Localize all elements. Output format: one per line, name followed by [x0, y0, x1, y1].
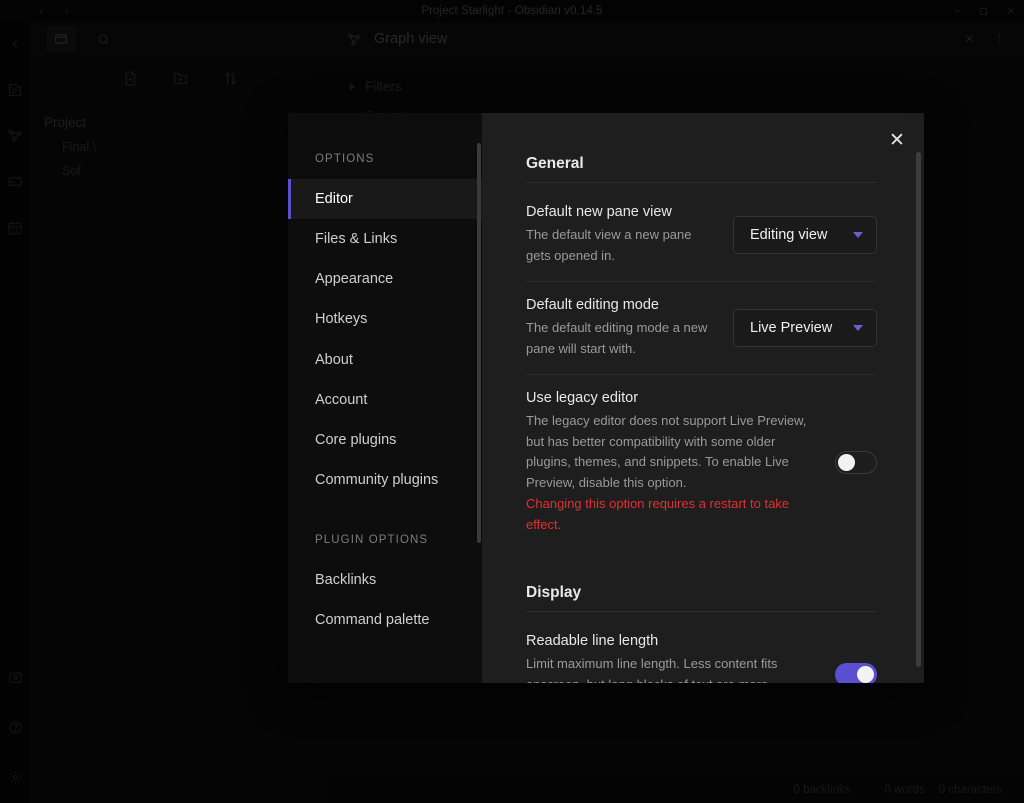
- toggle-knob: [838, 454, 855, 471]
- sidebar-item-community-plugins[interactable]: Community plugins: [288, 460, 482, 500]
- sidebar-item-core-plugins[interactable]: Core plugins: [288, 420, 482, 460]
- options-heading: OPTIONS: [288, 153, 482, 179]
- dropdown-value: Live Preview: [750, 320, 832, 336]
- setting-info: Readable line length Limit maximum line …: [526, 633, 815, 683]
- readable-line-length-toggle[interactable]: [835, 663, 877, 683]
- settings-sidebar-scrollbar[interactable]: [477, 143, 481, 543]
- settings-content-inner: General Default new pane view The defaul…: [482, 113, 924, 683]
- setting-name: Default editing mode: [526, 297, 713, 313]
- setting-info: Default editing mode The default editing…: [526, 297, 713, 359]
- sidebar-item-label: Core plugins: [315, 432, 396, 448]
- toggle-knob: [857, 666, 874, 683]
- setting-description: Limit maximum line length. Less content …: [526, 654, 815, 683]
- chevron-down-icon: [853, 325, 863, 331]
- sidebar-item-editor[interactable]: Editor: [288, 179, 482, 219]
- sidebar-item-label: Hotkeys: [315, 311, 367, 327]
- settings-modal: OPTIONS Editor Files & Links Appearance …: [288, 113, 924, 683]
- sidebar-item-command-palette[interactable]: Command palette: [288, 600, 482, 640]
- setting-name: Default new pane view: [526, 204, 713, 220]
- use-legacy-editor-toggle[interactable]: [835, 451, 877, 474]
- general-section-title: General: [526, 155, 877, 183]
- dropdown-value: Editing view: [750, 227, 827, 243]
- sidebar-item-hotkeys[interactable]: Hotkeys: [288, 299, 482, 339]
- close-icon[interactable]: ✕: [884, 127, 910, 153]
- setting-use-legacy-editor: Use legacy editor The legacy editor does…: [526, 375, 877, 550]
- chevron-down-icon: [853, 232, 863, 238]
- default-editing-mode-dropdown[interactable]: Live Preview: [733, 309, 877, 347]
- sidebar-item-backlinks[interactable]: Backlinks: [288, 560, 482, 600]
- settings-sidebar: OPTIONS Editor Files & Links Appearance …: [288, 113, 482, 683]
- sidebar-item-label: Backlinks: [315, 572, 376, 588]
- sidebar-item-label: Account: [315, 392, 367, 408]
- sidebar-item-label: Appearance: [315, 271, 393, 287]
- setting-name: Readable line length: [526, 633, 815, 649]
- sidebar-item-label: Command palette: [315, 612, 429, 628]
- sidebar-item-account[interactable]: Account: [288, 380, 482, 420]
- setting-description: The default editing mode a new pane will…: [526, 318, 713, 359]
- sidebar-item-label: About: [315, 352, 353, 368]
- settings-content-scrollbar[interactable]: [916, 152, 921, 667]
- settings-content: ✕ General Default new pane view The defa…: [482, 113, 924, 683]
- setting-description: The default view a new pane gets opened …: [526, 225, 713, 266]
- sidebar-item-appearance[interactable]: Appearance: [288, 259, 482, 299]
- sidebar-item-about[interactable]: About: [288, 340, 482, 380]
- sidebar-item-label: Files & Links: [315, 231, 397, 247]
- sidebar-item-label: Community plugins: [315, 472, 438, 488]
- setting-name: Use legacy editor: [526, 390, 815, 406]
- display-section-title: Display: [526, 584, 877, 612]
- setting-description: The legacy editor does not support Live …: [526, 411, 815, 493]
- sidebar-item-label: Editor: [315, 191, 353, 207]
- setting-warning: Changing this option requires a restart …: [526, 494, 815, 535]
- plugin-options-heading: PLUGIN OPTIONS: [288, 500, 482, 560]
- sidebar-item-files-links[interactable]: Files & Links: [288, 219, 482, 259]
- setting-info: Default new pane view The default view a…: [526, 204, 713, 266]
- setting-info: Use legacy editor The legacy editor does…: [526, 390, 815, 535]
- setting-readable-line-length: Readable line length Limit maximum line …: [526, 618, 877, 683]
- setting-default-editing-mode: Default editing mode The default editing…: [526, 282, 877, 375]
- setting-default-new-pane-view: Default new pane view The default view a…: [526, 189, 877, 282]
- default-new-pane-view-dropdown[interactable]: Editing view: [733, 216, 877, 254]
